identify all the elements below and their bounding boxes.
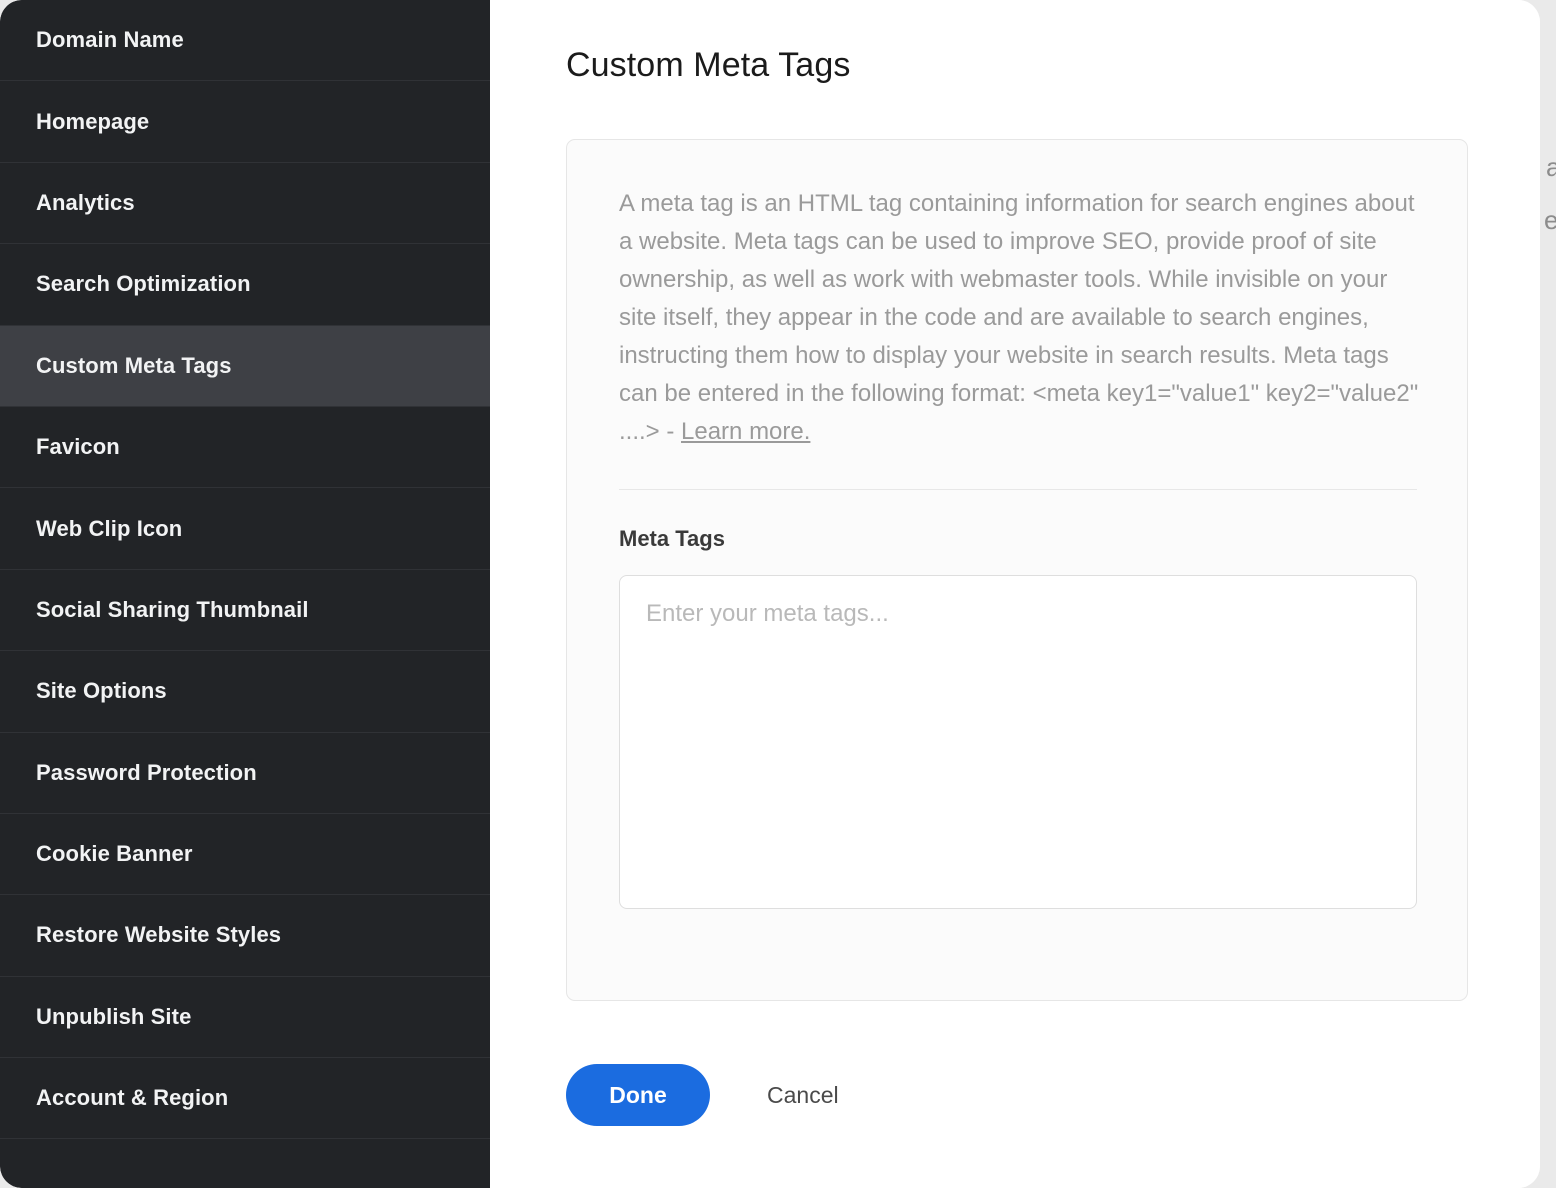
sidebar-item-search-optimization[interactable]: Search Optimization bbox=[0, 244, 490, 325]
meta-tags-description: A meta tag is an HTML tag containing inf… bbox=[619, 185, 1419, 451]
sidebar-item-social-sharing-thumbnail[interactable]: Social Sharing Thumbnail bbox=[0, 570, 490, 651]
sidebar-item-account-region[interactable]: Account & Region bbox=[0, 1058, 490, 1139]
sidebar-item-analytics[interactable]: Analytics bbox=[0, 163, 490, 244]
sidebar-item-label: Search Optimization bbox=[36, 273, 251, 295]
settings-main-content: Custom Meta Tags A meta tag is an HTML t… bbox=[490, 0, 1540, 1188]
sidebar-item-label: Cookie Banner bbox=[36, 843, 193, 865]
sidebar-bottom-spacer bbox=[0, 1139, 490, 1188]
sidebar-item-label: Restore Website Styles bbox=[36, 924, 281, 946]
done-button[interactable]: Done bbox=[566, 1064, 710, 1126]
cancel-button[interactable]: Cancel bbox=[767, 1082, 839, 1109]
sidebar-item-domain-name[interactable]: Domain Name bbox=[0, 0, 490, 81]
background-fragment-a: a bbox=[1546, 152, 1556, 183]
settings-sidebar: Domain Name Homepage Analytics Search Optim… bbox=[0, 0, 490, 1188]
sidebar-item-password-protection[interactable]: Password Protection bbox=[0, 733, 490, 814]
sidebar-item-site-options[interactable]: Site Options bbox=[0, 651, 490, 732]
sidebar-item-web-clip-icon[interactable]: Web Clip Icon bbox=[0, 488, 490, 569]
page-title: Custom Meta Tags bbox=[566, 46, 850, 85]
sidebar-item-label: Account & Region bbox=[36, 1087, 228, 1109]
sidebar-item-favicon[interactable]: Favicon bbox=[0, 407, 490, 488]
meta-tags-input[interactable] bbox=[619, 575, 1417, 909]
sidebar-item-cookie-banner[interactable]: Cookie Banner bbox=[0, 814, 490, 895]
learn-more-link[interactable]: Learn more. bbox=[681, 418, 810, 445]
sidebar-item-label: Password Protection bbox=[36, 762, 257, 784]
sidebar-item-label: Web Clip Icon bbox=[36, 518, 182, 540]
sidebar-item-label: Unpublish Site bbox=[36, 1006, 191, 1028]
sidebar-item-label: Domain Name bbox=[36, 29, 184, 51]
sidebar-item-label: Favicon bbox=[36, 436, 120, 458]
sidebar-item-label: Custom Meta Tags bbox=[36, 355, 232, 377]
sidebar-item-homepage[interactable]: Homepage bbox=[0, 81, 490, 162]
sidebar-item-restore-website-styles[interactable]: Restore Website Styles bbox=[0, 895, 490, 976]
description-text: A meta tag is an HTML tag containing inf… bbox=[619, 190, 1418, 445]
sidebar-item-unpublish-site[interactable]: Unpublish Site bbox=[0, 977, 490, 1058]
meta-tags-card: A meta tag is an HTML tag containing inf… bbox=[566, 139, 1468, 1001]
card-divider bbox=[619, 489, 1417, 490]
sidebar-item-label: Social Sharing Thumbnail bbox=[36, 599, 309, 621]
sidebar-item-label: Homepage bbox=[36, 111, 149, 133]
sidebar-item-custom-meta-tags[interactable]: Custom Meta Tags bbox=[0, 326, 490, 407]
action-bar: Done Cancel bbox=[566, 1064, 839, 1126]
settings-modal-panel: Domain Name Homepage Analytics Search Optim… bbox=[0, 0, 1540, 1188]
sidebar-item-label: Analytics bbox=[36, 192, 135, 214]
background-fragment-e: e bbox=[1544, 205, 1556, 236]
sidebar-item-label: Site Options bbox=[36, 680, 167, 702]
meta-tags-field-label: Meta Tags bbox=[619, 526, 725, 552]
